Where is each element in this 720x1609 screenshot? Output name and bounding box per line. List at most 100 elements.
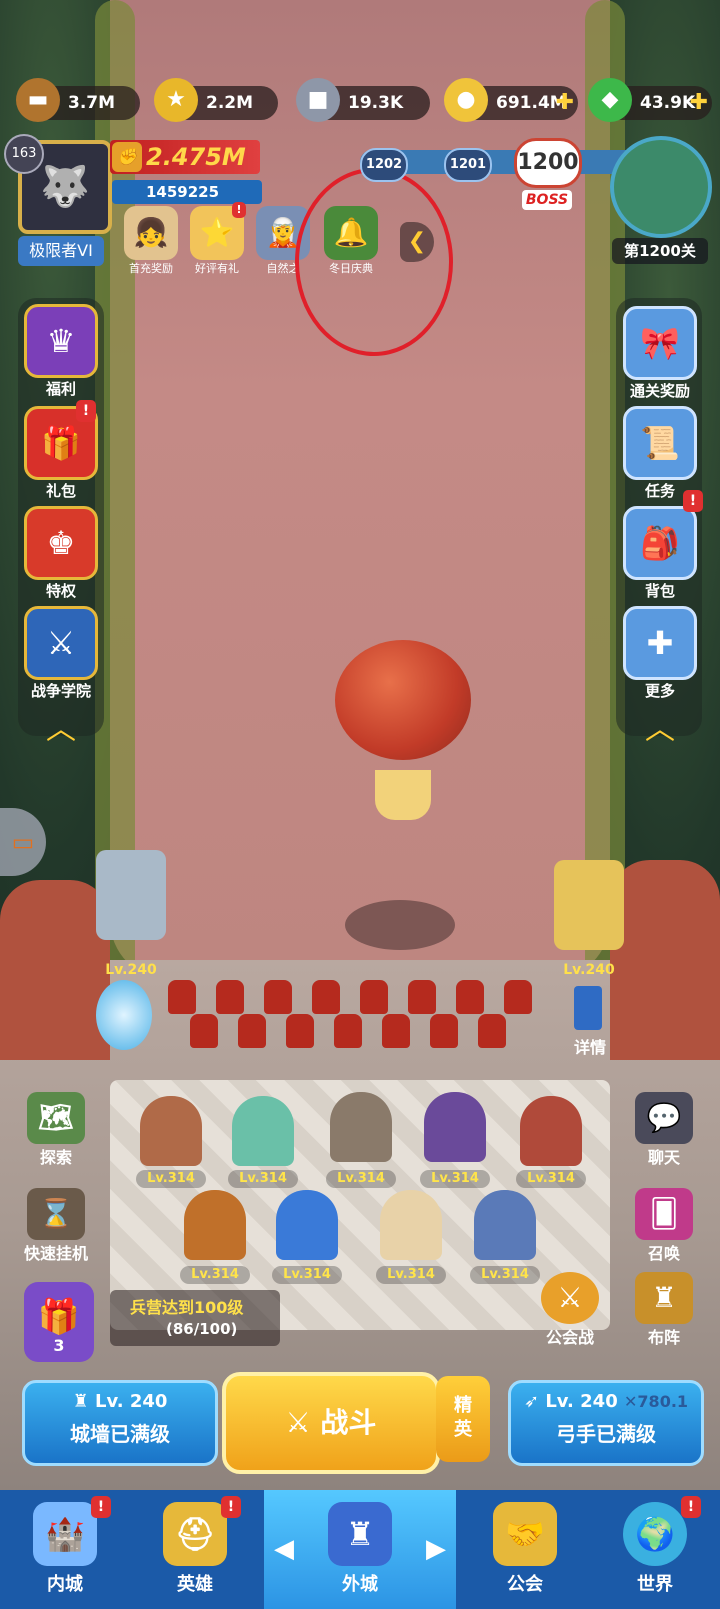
expand-right-menu-button[interactable]: ︿: [621, 704, 699, 748]
fight-button[interactable]: ⚔ 战斗: [222, 1372, 440, 1474]
resource-gold[interactable]: ● 691.4M ✚: [444, 78, 578, 122]
expand-left-menu-button[interactable]: ︿: [22, 704, 100, 748]
event-review-gift[interactable]: ⭐ ! 好评有礼: [184, 202, 250, 276]
archer-soldier: [478, 1014, 506, 1048]
hero-figure[interactable]: [184, 1190, 246, 1260]
balloon-shadow: [345, 900, 455, 950]
archer-upgrade-button[interactable]: ➶ Lv. 240 ✕780.1 弓手已满级: [508, 1380, 704, 1466]
castle-tower-icon: ♜: [328, 1502, 392, 1566]
gift-pack-badge: !: [76, 400, 96, 422]
right-tower[interactable]: [554, 860, 624, 950]
hourglass-icon: ⌛: [27, 1188, 85, 1240]
guild-war-button[interactable]: ⚔ 公会战: [530, 1272, 610, 1348]
hero-figure[interactable]: [474, 1190, 536, 1260]
red-annotation-circle: [295, 168, 453, 356]
globe-icon: 🌍 !: [623, 1496, 701, 1566]
resource-gem[interactable]: ◆ 43.9K ✚: [588, 78, 712, 122]
archer-soldier: [382, 1014, 410, 1048]
chevron-up-icon: ︿: [645, 712, 675, 747]
hero-level: Lv.314: [326, 1170, 396, 1188]
add-gold-button[interactable]: ✚: [556, 86, 574, 120]
left-tower[interactable]: [96, 850, 166, 940]
hero-level: Lv.314: [516, 1170, 586, 1188]
hero-level: Lv.314: [420, 1170, 490, 1188]
formation-button[interactable]: ♜ 布阵: [624, 1272, 704, 1348]
archer-soldier: [168, 980, 196, 1014]
balloon-basket: [375, 770, 431, 820]
details-button[interactable]: 详情: [566, 1034, 614, 1058]
menu-welfare[interactable]: ♛ 福利: [22, 304, 100, 399]
resource-wood[interactable]: ▬ 3.7M: [16, 78, 140, 122]
barracks-title: 兵营达到100级: [130, 1298, 244, 1317]
player-power[interactable]: ✊ 2.475M: [110, 140, 260, 174]
resource-medal[interactable]: ★ 2.2M: [154, 78, 278, 122]
girl-portrait-icon: 👧: [124, 206, 178, 260]
crystal-egg[interactable]: [96, 980, 152, 1050]
gift-count: 3: [53, 1336, 65, 1355]
nav-badge: !: [221, 1496, 241, 1518]
nav-guild[interactable]: 🤝 公会: [460, 1490, 590, 1609]
elite-button[interactable]: 精英: [436, 1376, 490, 1462]
nav-badge: !: [91, 1496, 111, 1518]
hero-figure[interactable]: [520, 1096, 582, 1166]
roof-left: [0, 880, 110, 1060]
archer-soldier: [238, 1014, 266, 1048]
knight-helmet-icon: ⛑ !: [163, 1496, 241, 1566]
player-rank[interactable]: 极限者VI: [18, 236, 104, 266]
menu-more[interactable]: ✚ 更多: [621, 606, 699, 701]
gift-icon: 🎀: [623, 306, 697, 380]
map-sword-icon: 🗺: [27, 1092, 85, 1144]
world-minimap[interactable]: [610, 136, 712, 238]
menu-backpack[interactable]: 🎒 ! 背包: [621, 490, 703, 601]
menu-war-academy[interactable]: ⚔ 战争学院: [22, 606, 100, 701]
bow-icon: ➶: [523, 1391, 546, 1412]
hero-figure[interactable]: [140, 1096, 202, 1166]
nav-heroes[interactable]: ⛑ ! 英雄: [130, 1490, 260, 1609]
summon-button[interactable]: 🂠 召唤: [624, 1188, 704, 1264]
archer-soldier: [312, 980, 340, 1014]
menu-clear-reward[interactable]: 🎀 通关奖励: [621, 306, 699, 401]
crossed-swords-shield-icon: ⚔: [24, 606, 98, 680]
menu-task[interactable]: 📜 任务: [621, 406, 699, 501]
hot-air-balloon[interactable]: [335, 640, 471, 760]
hero-figure[interactable]: [232, 1096, 294, 1166]
mystery-gift-button[interactable]: 🎁 3: [24, 1282, 94, 1362]
chat-button[interactable]: 💬 聊天: [624, 1092, 704, 1168]
left-tower-level: Lv.240: [105, 962, 157, 978]
nav-inner-city[interactable]: 🏰 ! 内城: [0, 1490, 130, 1609]
quick-idle-button[interactable]: ⌛ 快速挂机: [16, 1188, 96, 1264]
castle-icon: 🏰 !: [33, 1496, 111, 1566]
tower-icon: ♜: [72, 1391, 95, 1412]
chess-rook-icon: ♜: [635, 1272, 693, 1324]
hero-figure[interactable]: [330, 1092, 392, 1162]
boss-tag: BOSS: [522, 190, 572, 210]
menu-privilege[interactable]: ♚ 特权: [22, 506, 100, 601]
hero-figure[interactable]: [276, 1190, 338, 1260]
event-badge: !: [232, 202, 246, 218]
hero-figure[interactable]: [424, 1092, 486, 1162]
stage-node: 1202: [360, 148, 408, 182]
menu-gift-pack[interactable]: 🎁 ! 礼包: [22, 400, 100, 501]
chevron-up-icon: ︿: [46, 712, 76, 747]
wall-level: ♜ Lv. 240: [72, 1391, 168, 1412]
add-gem-button[interactable]: ✚: [690, 86, 708, 120]
star-medal-icon: ★: [154, 78, 198, 122]
chat-icon: ▭: [11, 828, 35, 856]
current-stage-node[interactable]: 1200: [514, 138, 582, 188]
crossed-swords-icon: ⚔: [541, 1272, 599, 1324]
hero-level: Lv.314: [136, 1170, 206, 1188]
task-scroll-icon: 📜: [623, 406, 697, 480]
green-gem-icon: ◆: [588, 78, 632, 122]
event-first-recharge[interactable]: 👧 首充奖励: [118, 206, 184, 276]
nav-outer-city[interactable]: ◀ ♜ ▶ 外城: [264, 1490, 456, 1609]
player-id: 1459225: [112, 180, 262, 204]
hero-figure[interactable]: [380, 1190, 442, 1260]
nav-world[interactable]: 🌍 ! 世界: [590, 1490, 720, 1609]
barracks-progress[interactable]: 兵营达到100级 (86/100): [110, 1290, 280, 1346]
plus-dpad-icon: ✚: [623, 606, 697, 680]
resource-iron[interactable]: ■ 19.3K: [296, 78, 430, 122]
explore-button[interactable]: 🗺 探索: [16, 1092, 96, 1168]
archer-level: ➶ Lv. 240 ✕780.1: [523, 1391, 689, 1412]
wall-upgrade-button[interactable]: ♜ Lv. 240 城墙已满级: [22, 1380, 218, 1466]
purple-gift-icon: 🎁: [37, 1297, 81, 1337]
